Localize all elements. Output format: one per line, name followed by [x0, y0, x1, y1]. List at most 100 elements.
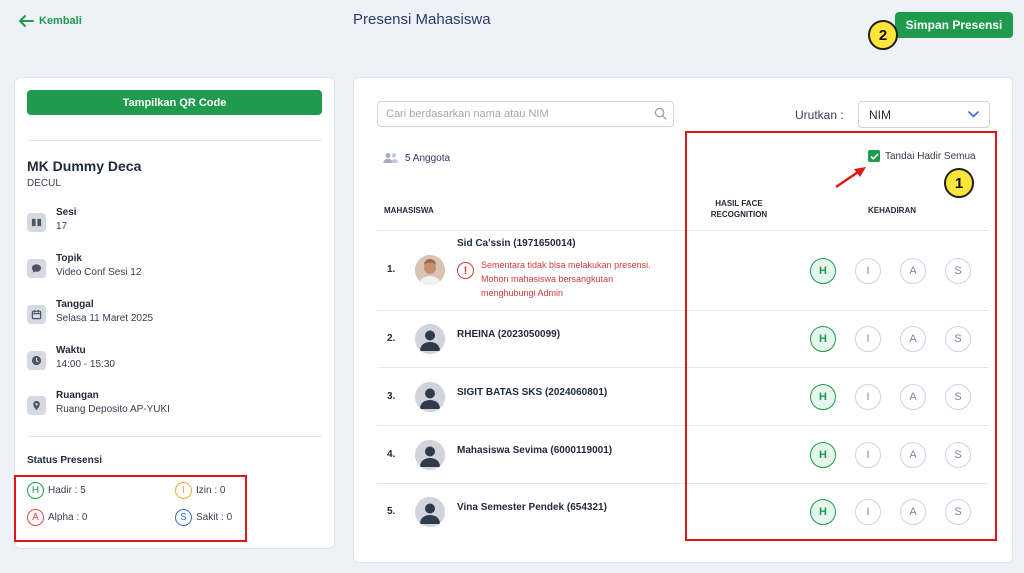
info-value: Selasa 11 Maret 2025 — [56, 313, 154, 324]
status-hadir-text: Hadir : 5 — [48, 485, 86, 496]
show-qr-code-button[interactable]: Tampilkan QR Code — [27, 90, 322, 115]
member-count-text: 5 Anggota — [405, 152, 451, 164]
info-label: Topik — [56, 253, 82, 264]
attendance-card: Urutkan : NIM 5 Anggota Tandai Hadir Sem… — [353, 77, 1013, 563]
warning-line: menghubungi Admin — [481, 288, 564, 298]
back-link[interactable]: Kembali — [18, 14, 82, 28]
status-title: Status Presensi — [27, 455, 103, 466]
course-code: DECUL — [27, 178, 61, 189]
attendance-alpha-button[interactable]: A — [900, 326, 926, 352]
student-name: Vina Semester Pendek (654321) — [457, 502, 607, 513]
chevron-down-icon — [968, 111, 979, 118]
attendance-hadir-button[interactable]: H — [810, 384, 836, 410]
back-label: Kembali — [39, 15, 82, 27]
warning-line: Sementara tidak bisa melakukan presensi. — [481, 260, 651, 270]
arrow-left-icon — [19, 15, 34, 27]
row-divider — [377, 483, 989, 484]
status-alpha-text: Alpha : 0 — [48, 512, 88, 523]
book-icon — [27, 213, 46, 232]
member-count: 5 Anggota — [383, 152, 450, 164]
status-izin: I Izin : 0 — [175, 482, 225, 499]
row-number: 1. — [387, 264, 396, 275]
info-label: Ruangan — [56, 390, 99, 401]
clock-icon — [27, 351, 46, 370]
mark-all-present-checkbox[interactable]: Tandai Hadir Semua — [868, 150, 976, 162]
status-alpha: A Alpha : 0 — [27, 509, 87, 526]
attendance-alpha-button[interactable]: A — [900, 442, 926, 468]
row-divider — [377, 310, 989, 311]
row-divider — [377, 230, 989, 231]
search-icon — [654, 107, 667, 120]
attendance-hadir-button[interactable]: H — [810, 258, 836, 284]
attendance-izin-button[interactable]: I — [855, 442, 881, 468]
attendance-hadir-button[interactable]: H — [810, 499, 836, 525]
attendance-sakit-button[interactable]: S — [945, 384, 971, 410]
mark-all-label: Tandai Hadir Semua — [885, 150, 976, 162]
student-name: RHEINA (2023050099) — [457, 329, 561, 340]
column-header-face-line2: RECOGNITION — [710, 210, 768, 219]
attendance-alpha-button[interactable]: A — [900, 258, 926, 284]
users-icon — [383, 153, 398, 163]
sort-label: Urutkan : — [795, 108, 844, 122]
search-input[interactable] — [377, 101, 674, 127]
info-value: Video Conf Sesi 12 — [56, 267, 142, 278]
info-label: Tanggal — [56, 299, 94, 310]
student-name: SIGIT BATAS SKS (2024060801) — [457, 387, 608, 398]
attendance-sakit-button[interactable]: S — [945, 258, 971, 284]
checkbox-checked-icon — [868, 150, 880, 162]
calendar-icon — [27, 305, 46, 324]
sort-value: NIM — [869, 107, 891, 122]
divider — [27, 140, 322, 141]
chat-icon — [27, 259, 46, 278]
row-divider — [377, 367, 989, 368]
column-header-student: MAHASISWA — [384, 206, 434, 215]
attendance-sakit-button[interactable]: S — [945, 326, 971, 352]
sort-select[interactable]: NIM — [858, 101, 990, 128]
face-recognition-warning: ! Sementara tidak bisa melakukan presens… — [457, 258, 651, 300]
attendance-alpha-button[interactable]: A — [900, 384, 926, 410]
attendance-hadir-button[interactable]: H — [810, 442, 836, 468]
attendance-hadir-button[interactable]: H — [810, 326, 836, 352]
attendance-alpha-button[interactable]: A — [900, 499, 926, 525]
divider — [27, 436, 322, 437]
step-badge-1: 1 — [944, 168, 974, 198]
row-number: 4. — [387, 449, 396, 460]
step-badge-2: 2 — [868, 20, 898, 50]
status-izin-text: Izin : 0 — [196, 485, 226, 496]
status-sakit: S Sakit : 0 — [175, 509, 232, 526]
status-sakit-icon: S — [175, 509, 192, 526]
status-alpha-icon: A — [27, 509, 44, 526]
alert-icon: ! — [457, 262, 474, 279]
info-value: 17 — [56, 221, 68, 232]
avatar — [415, 440, 445, 470]
save-attendance-button[interactable]: Simpan Presensi — [895, 12, 1013, 38]
column-header-face-recognition: HASIL FACE RECOGNITION — [694, 198, 784, 220]
attendance-izin-button[interactable]: I — [855, 258, 881, 284]
info-session: Sesi 17 — [27, 207, 77, 232]
status-sakit-text: Sakit : 0 — [196, 512, 233, 523]
student-name: Mahasiswa Sevima (6000119001) — [457, 445, 613, 456]
info-label: Waktu — [56, 345, 86, 356]
student-name: Sid Ca'ssin (1971650014) — [457, 238, 576, 249]
page-title: Presensi Mahasiswa — [353, 11, 491, 28]
user-icon — [415, 440, 445, 470]
attendance-izin-button[interactable]: I — [855, 326, 881, 352]
avatar — [415, 324, 445, 354]
info-label: Sesi — [56, 207, 77, 218]
info-topic: Topik Video Conf Sesi 12 — [27, 253, 141, 278]
info-value: Ruang Deposito AP-YUKI — [56, 404, 170, 415]
avatar-photo — [415, 255, 445, 285]
info-room: Ruangan Ruang Deposito AP-YUKI — [27, 390, 170, 415]
user-icon — [415, 324, 445, 354]
row-divider — [377, 425, 989, 426]
attendance-izin-button[interactable]: I — [855, 384, 881, 410]
attendance-izin-button[interactable]: I — [855, 499, 881, 525]
user-icon — [415, 497, 445, 527]
column-header-attendance: KEHADIRAN — [868, 206, 916, 215]
attendance-sakit-button[interactable]: S — [945, 442, 971, 468]
attendance-sakit-button[interactable]: S — [945, 499, 971, 525]
row-number: 2. — [387, 333, 396, 344]
warning-line: Mohon mahasiswa bersangkutan — [481, 274, 614, 284]
info-date: Tanggal Selasa 11 Maret 2025 — [27, 299, 153, 324]
user-icon — [415, 382, 445, 412]
